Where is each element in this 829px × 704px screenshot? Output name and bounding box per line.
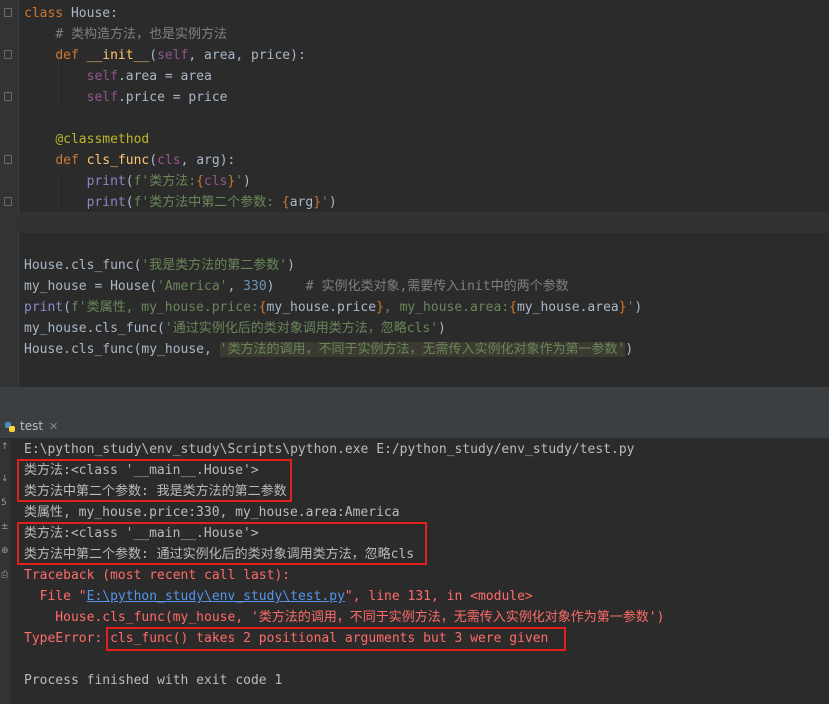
code-line: def cls_func(cls, arg): xyxy=(55,153,236,168)
code-line: # 类构造方法，也是实例方法 xyxy=(55,27,227,42)
code-line: self.area = area xyxy=(86,69,212,84)
close-icon[interactable]: ✕ xyxy=(49,420,58,433)
current-line-highlight xyxy=(18,212,829,233)
highlight-box xyxy=(106,627,566,651)
filter-icon[interactable]: ± xyxy=(1,523,9,532)
python-icon xyxy=(5,421,15,432)
exit-status: Process finished with exit code 1 xyxy=(24,673,283,688)
tab-label: test xyxy=(20,419,44,433)
run-console[interactable]: ↑ ↓ 5 ± ⊕ ⎙ E:\python_study\env_study\Sc… xyxy=(0,439,829,704)
highlight-box xyxy=(17,459,292,502)
code-line: my_house = House('America', 330) # 实例化类对… xyxy=(24,279,569,294)
code-line: House.cls_func(my_house, '类方法的调用，不同于实例方法… xyxy=(24,342,634,357)
code-line: def __init__(self, area, price): xyxy=(55,48,306,63)
tab-run-test[interactable]: test ✕ xyxy=(4,416,64,436)
traceback-header: Traceback (most recent call last): xyxy=(24,568,291,583)
code-line: my_house.cls_func('通过实例化后的类对象调用类方法，忽略cls… xyxy=(24,321,446,336)
editor-gutter xyxy=(0,0,19,387)
wrap-icon[interactable]: 5 xyxy=(1,499,9,508)
traceback-source: House.cls_func(my_house, '类方法的调用，不同于实例方法… xyxy=(24,610,665,625)
code-line: print(f'类方法中第二个参数: {arg}') xyxy=(86,195,337,210)
code-line: print(f'类方法:{cls}') xyxy=(86,174,251,189)
traceback-file: File "E:\python_study\env_study\test.py"… xyxy=(24,589,533,604)
rerun-icon[interactable]: ↑ xyxy=(1,443,9,452)
fold-marker[interactable] xyxy=(4,92,12,101)
console-command: E:\python_study\env_study\Scripts\python… xyxy=(24,442,635,457)
run-tool-window-header: test ✕ xyxy=(0,413,829,439)
scroll-down-icon[interactable]: ↓ xyxy=(1,475,9,484)
highlight-box xyxy=(17,522,427,565)
settings-icon[interactable]: ⊕ xyxy=(1,547,9,556)
code-line: class House: xyxy=(24,6,118,21)
fold-marker[interactable] xyxy=(4,197,12,206)
file-link[interactable]: E:\python_study\env_study\test.py xyxy=(87,589,345,604)
fold-marker[interactable] xyxy=(4,155,12,164)
code-line: print(f'类属性, my_house.price:{my_house.pr… xyxy=(24,300,643,315)
print-icon[interactable]: ⎙ xyxy=(1,571,9,580)
code-line: @classmethod xyxy=(55,132,150,147)
code-line: House.cls_func('我是类方法的第二参数') xyxy=(24,258,295,273)
fold-marker[interactable] xyxy=(4,50,12,59)
code-editor[interactable]: class House: # 类构造方法，也是实例方法 def __init__… xyxy=(0,0,829,387)
console-output: 类属性, my_house.price:330, my_house.area:A… xyxy=(24,505,400,520)
console-toolbar: ↑ ↓ 5 ± ⊕ ⎙ xyxy=(0,439,10,704)
panel-splitter[interactable] xyxy=(0,387,829,413)
fold-marker[interactable] xyxy=(4,8,12,17)
code-line: self.price = price xyxy=(86,90,228,105)
